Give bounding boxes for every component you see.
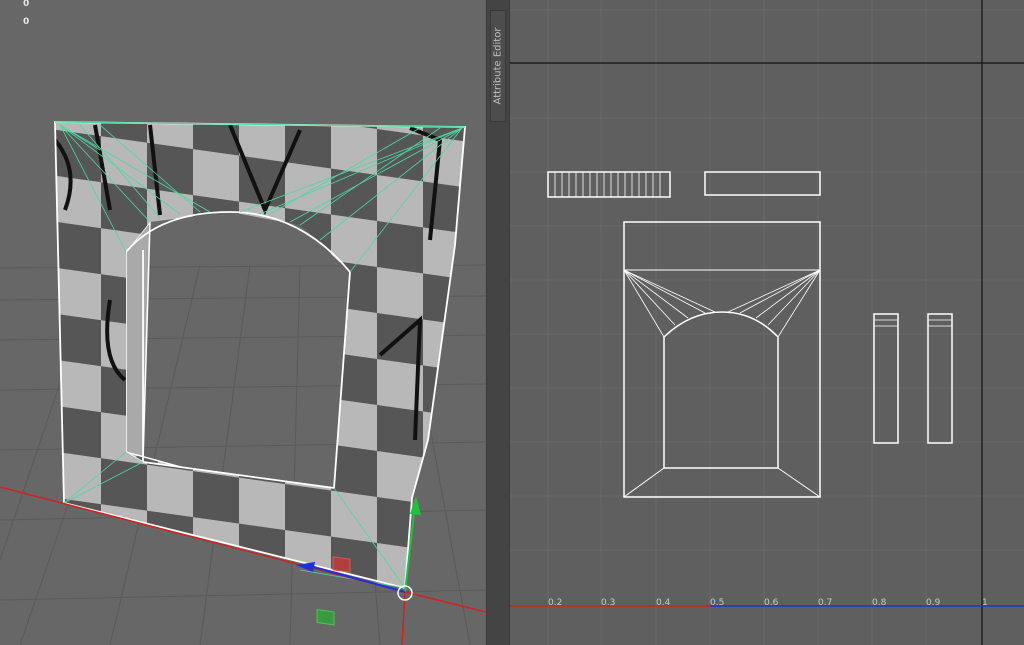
uv-shell-top-strip-right[interactable] [704, 171, 821, 196]
ruler-label: 1 [982, 598, 988, 608]
door-frame-mesh[interactable] [40, 110, 480, 600]
panel-divider[interactable]: Attribute Editor [486, 0, 510, 645]
uv-layout[interactable]: 0.2 0.3 0.4 0.5 0.6 0.7 0.8 0.9 1 [510, 0, 1024, 645]
hud-readout-2: 0 [23, 17, 30, 27]
uv-shell-front-face[interactable] [623, 221, 821, 498]
ruler-label: 0.8 [872, 598, 887, 608]
uv-grid [510, 0, 1024, 645]
ruler-label: 0.7 [818, 598, 832, 608]
attribute-editor-tab[interactable]: Attribute Editor [490, 10, 506, 122]
uv-editor-viewport[interactable]: 0.2 0.3 0.4 0.5 0.6 0.7 0.8 0.9 1 [510, 0, 1024, 645]
attribute-editor-tab-label: Attribute Editor [492, 27, 504, 105]
ruler-label: 0.2 [548, 598, 562, 608]
ruler-label: 0.4 [656, 598, 671, 608]
ruler-label: 0.3 [601, 598, 615, 608]
viewport-scene[interactable] [0, 0, 486, 645]
plane-handle-green[interactable] [316, 608, 335, 626]
uv-shell-top-strip-left[interactable] [547, 171, 671, 198]
uv-shell-side-right[interactable] [927, 313, 953, 444]
uv-shell-side-left[interactable] [873, 313, 899, 444]
ruler-label: 0.6 [764, 598, 779, 608]
3d-viewport[interactable]: 0 0 [0, 0, 486, 645]
plane-handle-red[interactable] [332, 556, 351, 573]
ruler-label: 0.5 [710, 598, 724, 608]
ruler-label: 0.9 [926, 598, 941, 608]
hud-readout-1: 0 [23, 0, 30, 9]
